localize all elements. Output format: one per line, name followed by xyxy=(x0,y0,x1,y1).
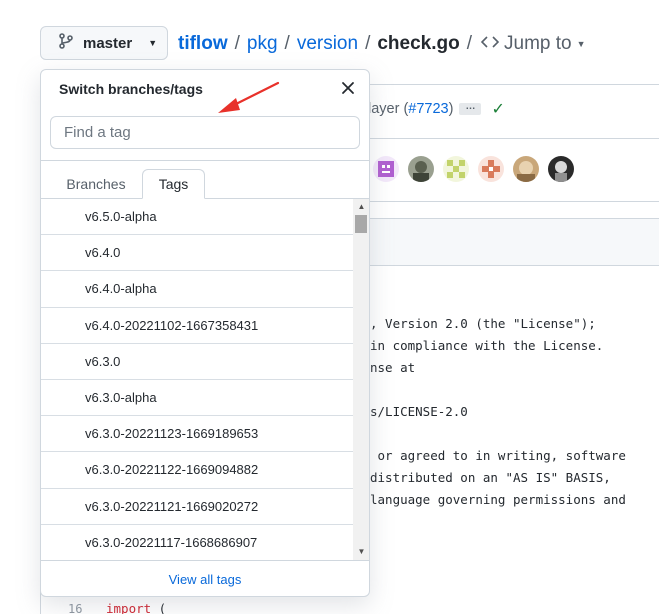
breadcrumb-separator: / xyxy=(365,33,371,54)
code-icon xyxy=(480,33,500,55)
code-keyword: import xyxy=(106,601,152,614)
tag-item[interactable]: v6.4.0-20221102-1667358431 xyxy=(41,308,353,344)
caret-down-icon: ▼ xyxy=(148,38,158,48)
code-line: import ( xyxy=(106,601,166,614)
caret-down-icon: ▼ xyxy=(576,39,586,49)
tag-item[interactable]: v6.4.0 xyxy=(41,235,353,272)
git-branch-icon xyxy=(59,33,73,53)
avatar[interactable] xyxy=(478,156,504,182)
tabs: Branches Tags xyxy=(41,160,369,199)
commit-message: layer ( #7723 ) … ✓ xyxy=(368,99,505,119)
branch-select-button[interactable]: master ▼ xyxy=(40,26,168,60)
tab-branches[interactable]: Branches xyxy=(59,169,133,199)
tag-item[interactable]: v6.3.0-alpha xyxy=(41,380,353,417)
code-line: nse at xyxy=(370,360,416,375)
jump-to-button[interactable]: Jump to ▼ xyxy=(480,33,586,55)
breadcrumb-separator: / xyxy=(466,33,472,54)
pr-link[interactable]: #7723 xyxy=(408,101,448,117)
search-wrapper xyxy=(41,108,369,160)
breadcrumb-repo-link[interactable]: tiflow xyxy=(178,33,228,55)
avatar[interactable] xyxy=(443,156,469,182)
scrollbar[interactable]: ▲ ▼ xyxy=(353,199,369,560)
branch-label: master xyxy=(83,34,133,52)
tag-item[interactable]: v6.3.0-20221123-1669189653 xyxy=(41,416,353,453)
code-line: , Version 2.0 (the "License"); xyxy=(370,316,596,331)
code-line: distributed on an "AS IS" BASIS, xyxy=(370,470,611,485)
view-all-tags-link[interactable]: View all tags xyxy=(169,572,242,587)
code-line: in compliance with the License. xyxy=(370,338,604,353)
scroll-up-icon[interactable]: ▲ xyxy=(353,199,369,215)
switch-branches-tags-dropdown: Switch branches/tags Branches Tags v6.5.… xyxy=(40,69,370,597)
code-line: s/LICENSE-2.0 xyxy=(370,404,468,419)
commit-message-close: ) xyxy=(448,101,454,117)
scroll-down-icon[interactable]: ▼ xyxy=(353,544,369,560)
dropdown-footer: View all tags xyxy=(41,560,369,596)
breadcrumb-separator: / xyxy=(234,33,240,54)
close-button[interactable] xyxy=(337,77,359,99)
jump-to-label: Jump to xyxy=(504,33,572,54)
avatar[interactable] xyxy=(373,156,399,182)
avatar[interactable] xyxy=(513,156,539,182)
breadcrumb-file-name: check.go xyxy=(377,33,460,54)
breadcrumb-pkg-link[interactable]: pkg xyxy=(247,33,278,55)
line-number[interactable]: 16 xyxy=(68,602,82,614)
commit-message-text: layer ( xyxy=(368,101,409,117)
avatar[interactable] xyxy=(548,156,574,182)
breadcrumb-separator: / xyxy=(284,33,290,54)
divider xyxy=(370,138,659,139)
breadcrumb-version-link[interactable]: version xyxy=(297,33,358,55)
tag-item[interactable]: v6.3.0-20221122-1669094882 xyxy=(41,452,353,489)
code-line: language governing permissions and xyxy=(370,492,626,507)
annotation-arrow-icon xyxy=(218,81,280,113)
dropdown-title: Switch branches/tags xyxy=(59,81,203,97)
tag-item[interactable]: v6.4.0-alpha xyxy=(41,271,353,308)
breadcrumb: tiflow / pkg / version / check.go / Jump… xyxy=(178,32,586,56)
tag-item[interactable]: v6.3.0-20221117-1668686907 xyxy=(41,525,353,560)
tag-list: v6.5.0-alpha v6.4.0 v6.4.0-alpha v6.4.0-… xyxy=(41,199,353,560)
code-line: or agreed to in writing, software xyxy=(370,448,626,463)
tag-item[interactable]: v6.3.0 xyxy=(41,344,353,380)
check-icon[interactable]: ✓ xyxy=(491,99,504,119)
tag-item[interactable]: v6.3.0-20221121-1669020272 xyxy=(41,489,353,525)
scroll-thumb[interactable] xyxy=(355,215,367,233)
contributors-avatars xyxy=(373,156,574,182)
avatar[interactable] xyxy=(408,156,434,182)
tag-item[interactable]: v6.5.0-alpha xyxy=(41,199,353,236)
close-icon xyxy=(337,82,359,103)
expand-commit-button[interactable]: … xyxy=(459,102,482,115)
find-tag-input[interactable] xyxy=(50,116,360,149)
code-text: ( xyxy=(151,601,167,614)
tab-tags[interactable]: Tags xyxy=(142,169,205,199)
